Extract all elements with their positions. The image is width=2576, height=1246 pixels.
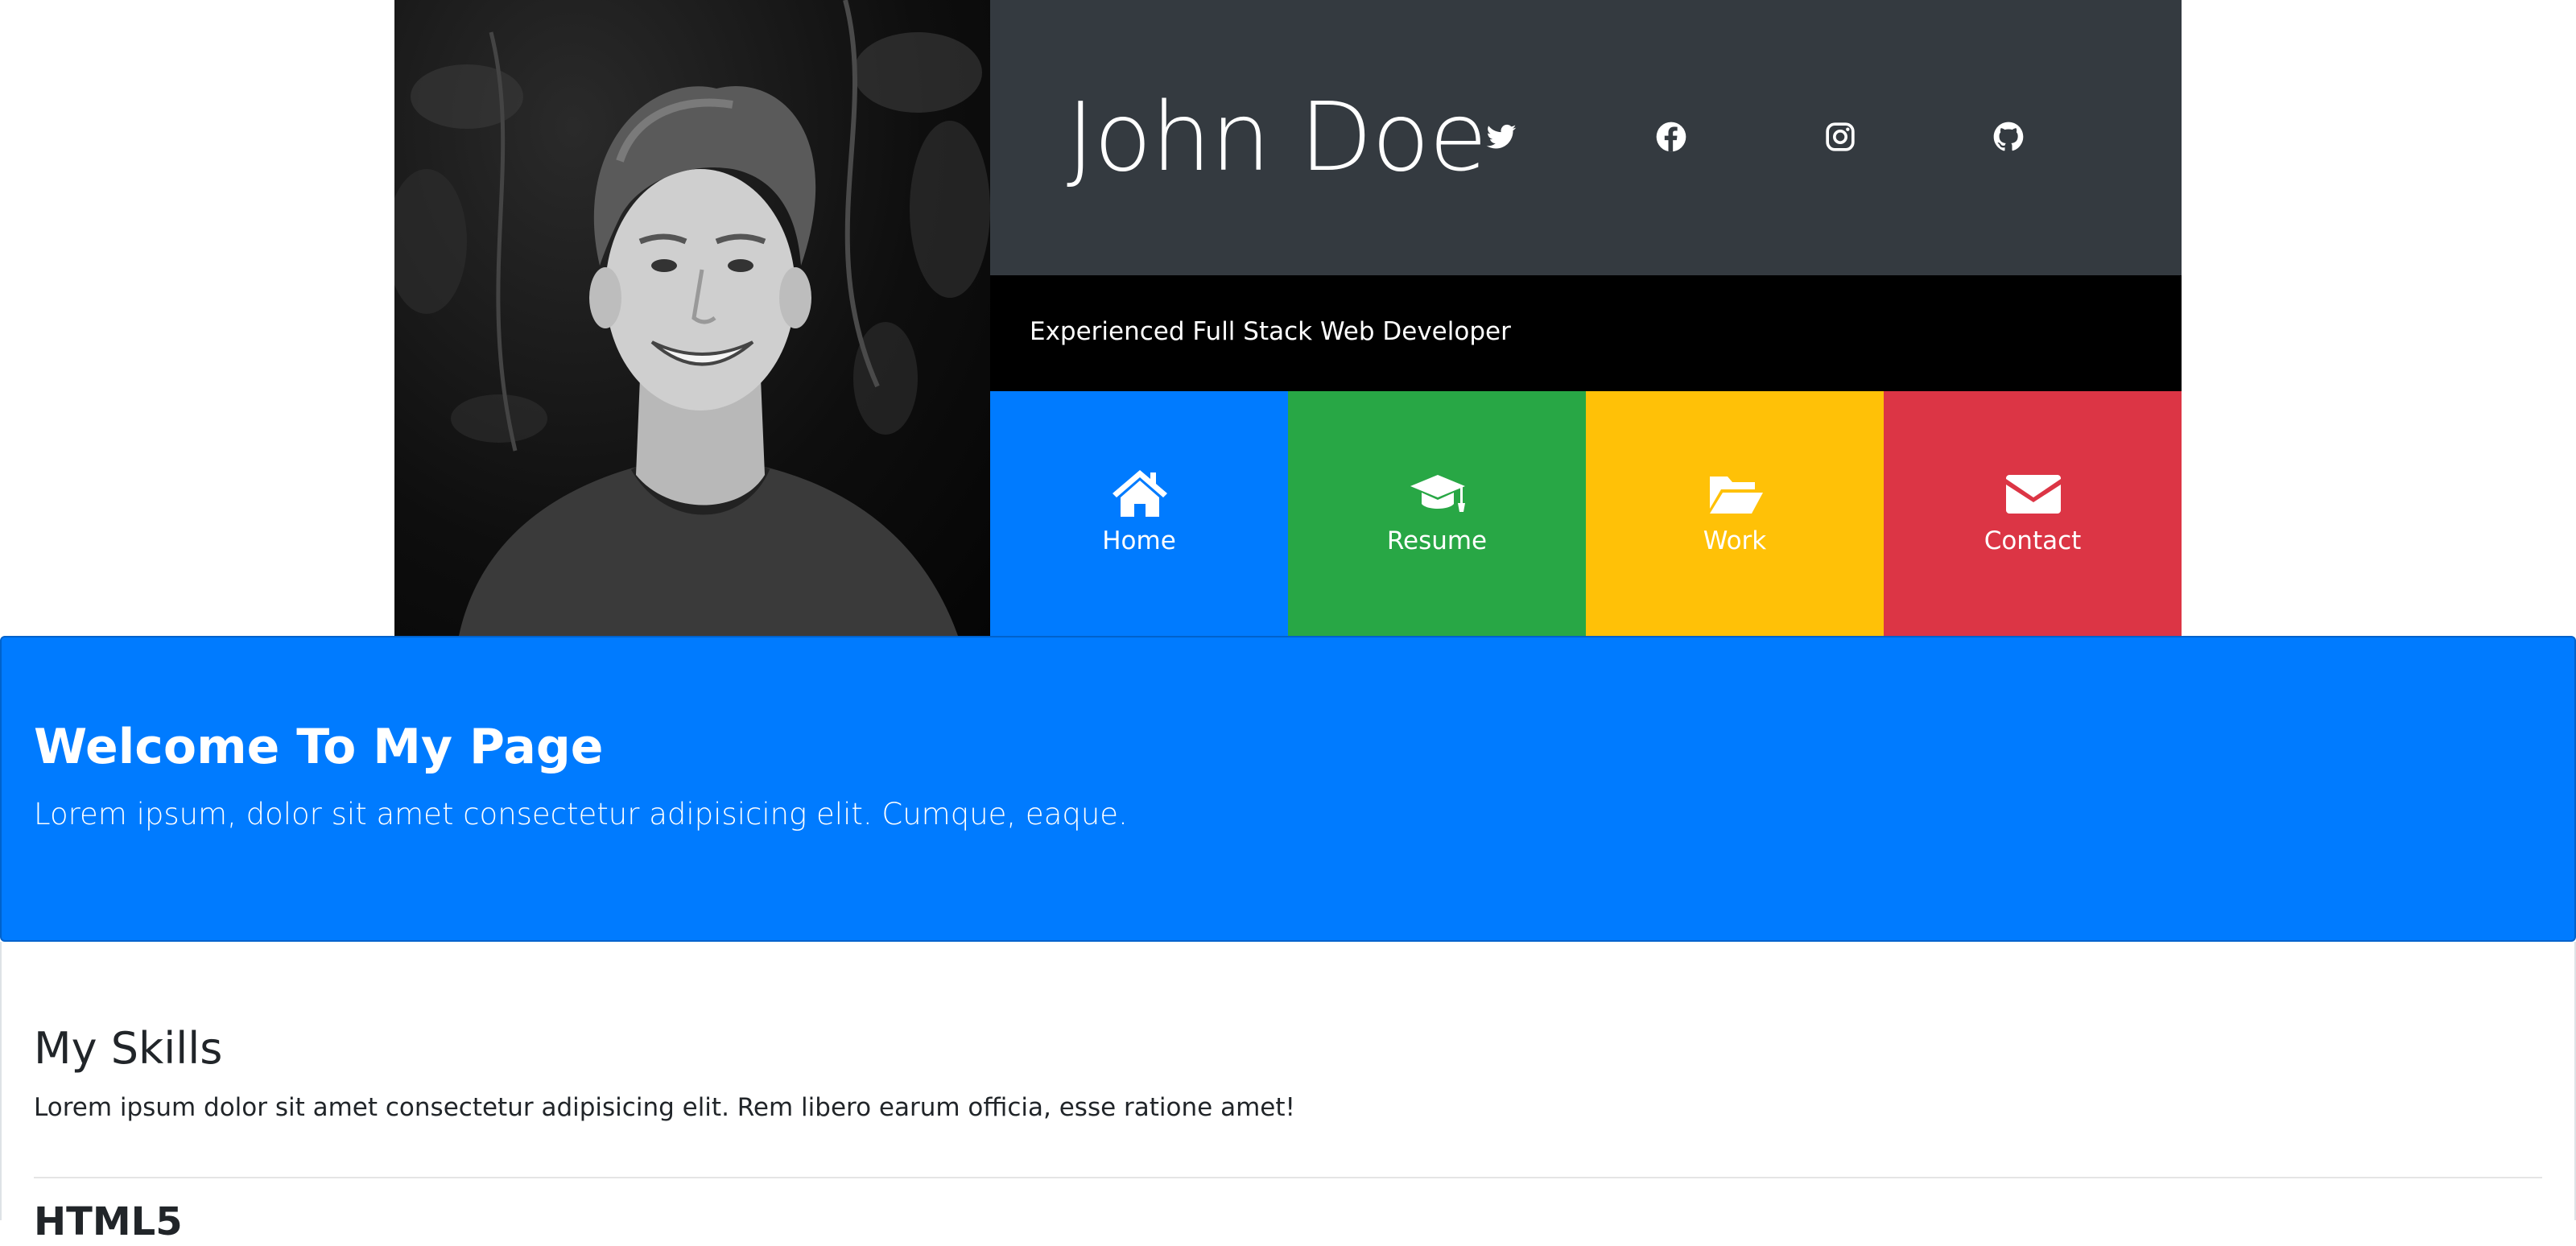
skills-text: Lorem ipsum dolor sit amet consectetur a… bbox=[34, 1093, 1295, 1122]
instagram-icon bbox=[1826, 122, 1855, 151]
nav-tile-work[interactable]: Work bbox=[1586, 391, 1884, 636]
welcome-text: Lorem ipsum, dolor sit amet consectetur … bbox=[34, 797, 1128, 831]
graduation-cap-icon bbox=[1409, 468, 1467, 518]
nav-tile-label: Contact bbox=[1984, 526, 2082, 555]
github-icon bbox=[1993, 122, 2024, 151]
skills-section: My Skills Lorem ipsum dolor sit amet con… bbox=[0, 942, 2576, 1244]
github-link[interactable] bbox=[1992, 121, 2025, 153]
nav-tile-label: Home bbox=[1102, 526, 1176, 555]
instagram-link[interactable] bbox=[1824, 121, 1856, 153]
skill-name: HTML5 bbox=[34, 1199, 183, 1244]
nav-tile-resume[interactable]: Resume bbox=[1288, 391, 1586, 636]
nav-tile-label: Work bbox=[1703, 526, 1767, 555]
portrait-illustration bbox=[394, 0, 990, 636]
nav-tile-contact[interactable]: Contact bbox=[1884, 391, 2182, 636]
twitter-link[interactable] bbox=[1485, 121, 1517, 153]
skills-title: My Skills bbox=[34, 1023, 223, 1074]
divider bbox=[34, 1177, 2542, 1178]
home-icon bbox=[1111, 468, 1169, 518]
facebook-icon bbox=[1656, 122, 1686, 152]
folder-open-icon bbox=[1707, 468, 1765, 518]
facebook-link[interactable] bbox=[1655, 121, 1687, 153]
name-bar: John Doe bbox=[990, 0, 2182, 275]
tagline: Experienced Full Stack Web Developer bbox=[1030, 317, 1511, 346]
welcome-title: Welcome To My Page bbox=[34, 719, 604, 775]
twitter-icon bbox=[1486, 124, 1517, 149]
envelope-icon bbox=[2004, 468, 2062, 518]
welcome-jumbotron: Welcome To My Page Lorem ipsum, dolor si… bbox=[0, 636, 2576, 942]
profile-photo bbox=[394, 0, 990, 636]
profile-name: John Doe bbox=[1067, 81, 1488, 192]
nav-tile-label: Resume bbox=[1386, 526, 1488, 555]
nav-tile-home[interactable]: Home bbox=[990, 391, 1288, 636]
tagline-bar: Experienced Full Stack Web Developer bbox=[990, 275, 2182, 391]
profile-header: John Doe Experienced Full Stack Web Deve… bbox=[394, 0, 2182, 636]
nav-tiles: Home Resume Work Contact bbox=[990, 391, 2182, 636]
